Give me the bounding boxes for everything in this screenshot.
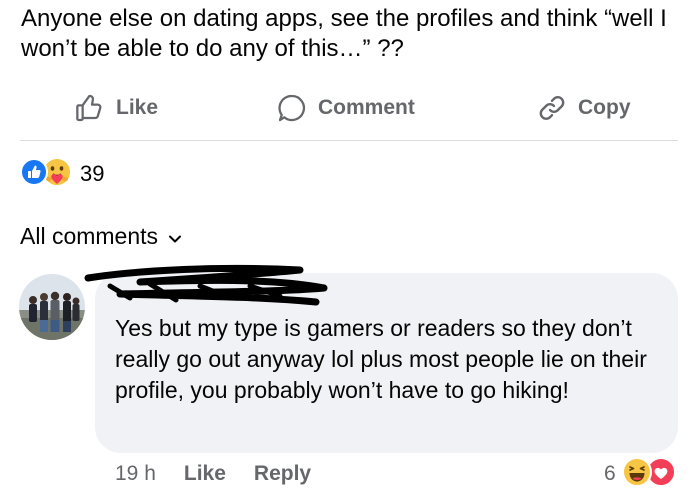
comment-text: Yes but my type is gamers or readers so …	[115, 315, 647, 403]
post-text: Anyone else on dating apps, see the prof…	[21, 5, 667, 62]
divider	[20, 140, 678, 141]
speech-bubble-icon	[276, 92, 308, 124]
reaction-summary[interactable]: 39	[20, 156, 105, 191]
chevron-down-icon	[158, 223, 182, 250]
thumbs-up-icon	[74, 92, 106, 124]
comment-reply-button[interactable]: Reply	[254, 462, 311, 486]
comments-sort-dropdown[interactable]: All comments	[20, 222, 182, 250]
haha-reaction-icon	[621, 456, 652, 492]
like-button-label: Like	[116, 96, 159, 119]
comment-timestamp: 19 h	[115, 462, 156, 485]
commenter-avatar[interactable]	[19, 274, 85, 340]
like-button[interactable]: Like	[74, 88, 158, 128]
comments-sort-label: All comments	[20, 222, 159, 249]
copy-button[interactable]: Copy	[536, 88, 631, 128]
comment-reaction-summary[interactable]: 6	[604, 456, 676, 492]
comment-reaction-count: 6	[604, 462, 616, 485]
link-icon	[536, 92, 568, 124]
comment-like-button[interactable]: Like	[184, 462, 226, 486]
redacted-name-scribble	[80, 262, 340, 317]
like-reaction-icon	[20, 157, 48, 191]
post-actions-bar: Like Comment Copy	[0, 88, 698, 128]
comment-meta: 19 h Like Reply	[115, 460, 311, 488]
comment-button[interactable]: Comment	[276, 88, 415, 128]
reaction-count: 39	[80, 161, 105, 186]
copy-button-label: Copy	[578, 96, 631, 119]
comment-button-label: Comment	[318, 96, 415, 119]
